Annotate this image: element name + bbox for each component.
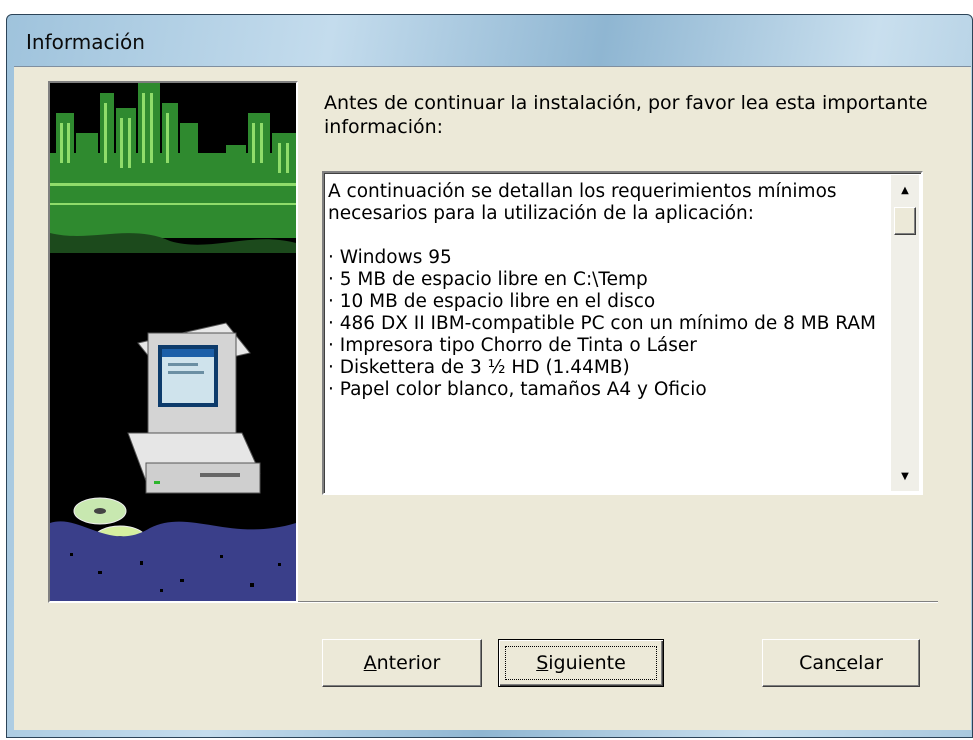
setup-illustration	[48, 81, 298, 603]
intro-text: Antes de continuar la instalación, por f…	[324, 92, 928, 138]
vertical-scrollbar[interactable]: ▲ ▼	[891, 175, 919, 491]
requirements-text: A continuación se detallan los requerimi…	[328, 181, 876, 400]
setup-illustration-graphic	[50, 83, 296, 601]
previous-button-label: nterior	[376, 652, 441, 674]
cancel-button[interactable]: Can c elar	[762, 639, 920, 687]
previous-button-mnemonic: A	[363, 652, 377, 674]
next-button[interactable]: Siguiente	[498, 639, 664, 687]
scroll-thumb[interactable]	[894, 207, 916, 235]
window-title: Información	[26, 30, 145, 54]
requirements-textbox[interactable]: A continuación se detallan los requerimi…	[322, 171, 923, 495]
cancel-button-mnemonic: c	[836, 652, 847, 674]
previous-button[interactable]: Anterior	[322, 639, 482, 687]
dialog-body: Antes de continuar la instalación, por f…	[14, 66, 971, 730]
cancel-button-label-pre: Can	[799, 652, 837, 674]
separator-line	[298, 601, 938, 603]
cancel-button-label-post: elar	[846, 652, 883, 674]
focus-ring	[505, 646, 657, 680]
scroll-up-arrow-icon[interactable]: ▲	[891, 179, 919, 201]
scroll-down-arrow-icon[interactable]: ▼	[891, 465, 919, 487]
